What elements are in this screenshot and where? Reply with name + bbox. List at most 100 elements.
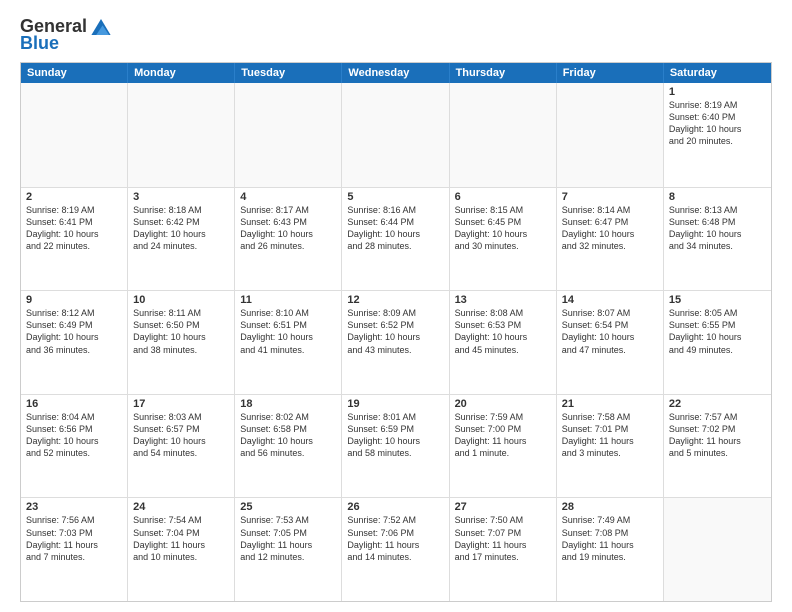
calendar-cell: 4Sunrise: 8:17 AMSunset: 6:43 PMDaylight… — [235, 188, 342, 291]
day-header-sunday: Sunday — [21, 63, 128, 83]
cell-line: Sunrise: 7:56 AM — [26, 514, 122, 526]
cell-line: Sunrise: 7:57 AM — [669, 411, 766, 423]
calendar-cell: 26Sunrise: 7:52 AMSunset: 7:06 PMDayligh… — [342, 498, 449, 601]
cell-line: Daylight: 11 hours — [26, 539, 122, 551]
cell-line: Daylight: 10 hours — [240, 331, 336, 343]
week-row-1: 2Sunrise: 8:19 AMSunset: 6:41 PMDaylight… — [21, 187, 771, 291]
cell-line: and 14 minutes. — [347, 551, 443, 563]
cell-line: Sunrise: 8:10 AM — [240, 307, 336, 319]
cell-line: Daylight: 10 hours — [133, 331, 229, 343]
cell-line: Daylight: 11 hours — [455, 539, 551, 551]
day-number: 23 — [26, 501, 122, 513]
cell-line: Daylight: 11 hours — [669, 435, 766, 447]
cell-line: and 58 minutes. — [347, 447, 443, 459]
calendar-cell: 19Sunrise: 8:01 AMSunset: 6:59 PMDayligh… — [342, 395, 449, 498]
cell-line: and 1 minute. — [455, 447, 551, 459]
cell-line: Sunset: 6:49 PM — [26, 319, 122, 331]
calendar-cell: 23Sunrise: 7:56 AMSunset: 7:03 PMDayligh… — [21, 498, 128, 601]
cell-line: and 41 minutes. — [240, 344, 336, 356]
cell-line: and 12 minutes. — [240, 551, 336, 563]
cell-line: and 5 minutes. — [669, 447, 766, 459]
cell-line: Daylight: 10 hours — [26, 331, 122, 343]
cell-line: Daylight: 11 hours — [347, 539, 443, 551]
calendar-cell: 5Sunrise: 8:16 AMSunset: 6:44 PMDaylight… — [342, 188, 449, 291]
calendar-cell: 25Sunrise: 7:53 AMSunset: 7:05 PMDayligh… — [235, 498, 342, 601]
calendar-cell — [342, 83, 449, 187]
cell-line: Sunrise: 7:50 AM — [455, 514, 551, 526]
week-row-4: 23Sunrise: 7:56 AMSunset: 7:03 PMDayligh… — [21, 497, 771, 601]
calendar-cell: 22Sunrise: 7:57 AMSunset: 7:02 PMDayligh… — [664, 395, 771, 498]
cell-line: Daylight: 11 hours — [562, 435, 658, 447]
cell-line: and 22 minutes. — [26, 240, 122, 252]
cell-line: Sunrise: 8:08 AM — [455, 307, 551, 319]
cell-line: Sunrise: 7:52 AM — [347, 514, 443, 526]
cell-line: Sunset: 6:43 PM — [240, 216, 336, 228]
cell-line: Daylight: 10 hours — [26, 228, 122, 240]
cell-line: and 52 minutes. — [26, 447, 122, 459]
day-number: 4 — [240, 191, 336, 203]
calendar-cell: 1Sunrise: 8:19 AMSunset: 6:40 PMDaylight… — [664, 83, 771, 187]
cell-line: Sunset: 6:48 PM — [669, 216, 766, 228]
week-row-0: 1Sunrise: 8:19 AMSunset: 6:40 PMDaylight… — [21, 83, 771, 187]
calendar-cell: 6Sunrise: 8:15 AMSunset: 6:45 PMDaylight… — [450, 188, 557, 291]
cell-line: Sunset: 7:02 PM — [669, 423, 766, 435]
cell-line: Sunrise: 8:15 AM — [455, 204, 551, 216]
cell-line: and 38 minutes. — [133, 344, 229, 356]
cell-line: and 54 minutes. — [133, 447, 229, 459]
day-number: 14 — [562, 294, 658, 306]
cell-line: and 56 minutes. — [240, 447, 336, 459]
cell-line: Sunset: 6:47 PM — [562, 216, 658, 228]
calendar-cell — [450, 83, 557, 187]
calendar-cell: 18Sunrise: 8:02 AMSunset: 6:58 PMDayligh… — [235, 395, 342, 498]
cell-line: Sunset: 6:56 PM — [26, 423, 122, 435]
cell-line: Sunset: 6:55 PM — [669, 319, 766, 331]
cell-line: Sunset: 6:53 PM — [455, 319, 551, 331]
cell-line: and 7 minutes. — [26, 551, 122, 563]
calendar-cell: 21Sunrise: 7:58 AMSunset: 7:01 PMDayligh… — [557, 395, 664, 498]
cell-line: Sunset: 6:51 PM — [240, 319, 336, 331]
calendar-cell: 9Sunrise: 8:12 AMSunset: 6:49 PMDaylight… — [21, 291, 128, 394]
cell-line: Daylight: 10 hours — [669, 228, 766, 240]
week-row-3: 16Sunrise: 8:04 AMSunset: 6:56 PMDayligh… — [21, 394, 771, 498]
cell-line: and 17 minutes. — [455, 551, 551, 563]
day-header-saturday: Saturday — [664, 63, 771, 83]
cell-line: Daylight: 10 hours — [669, 123, 766, 135]
logo-blue-text: Blue — [20, 33, 59, 54]
cell-line: Sunset: 7:05 PM — [240, 527, 336, 539]
cell-line: Sunset: 6:41 PM — [26, 216, 122, 228]
cell-line: Sunset: 7:08 PM — [562, 527, 658, 539]
calendar-cell — [664, 498, 771, 601]
cell-line: Sunrise: 8:19 AM — [26, 204, 122, 216]
day-header-monday: Monday — [128, 63, 235, 83]
calendar-cell: 11Sunrise: 8:10 AMSunset: 6:51 PMDayligh… — [235, 291, 342, 394]
header: General Blue — [20, 16, 772, 54]
day-number: 3 — [133, 191, 229, 203]
day-header-friday: Friday — [557, 63, 664, 83]
day-number: 11 — [240, 294, 336, 306]
cell-line: Sunset: 7:04 PM — [133, 527, 229, 539]
cell-line: Daylight: 10 hours — [455, 228, 551, 240]
calendar-cell: 14Sunrise: 8:07 AMSunset: 6:54 PMDayligh… — [557, 291, 664, 394]
cell-line: Sunrise: 8:02 AM — [240, 411, 336, 423]
cell-line: and 49 minutes. — [669, 344, 766, 356]
day-number: 6 — [455, 191, 551, 203]
cell-line: Sunrise: 8:12 AM — [26, 307, 122, 319]
cell-line: and 47 minutes. — [562, 344, 658, 356]
week-row-2: 9Sunrise: 8:12 AMSunset: 6:49 PMDaylight… — [21, 290, 771, 394]
calendar-body: 1Sunrise: 8:19 AMSunset: 6:40 PMDaylight… — [21, 83, 771, 601]
cell-line: Sunset: 7:01 PM — [562, 423, 658, 435]
day-number: 17 — [133, 398, 229, 410]
cell-line: Daylight: 10 hours — [455, 331, 551, 343]
cell-line: Sunset: 6:44 PM — [347, 216, 443, 228]
day-header-wednesday: Wednesday — [342, 63, 449, 83]
cell-line: Sunset: 6:57 PM — [133, 423, 229, 435]
cell-line: Daylight: 11 hours — [240, 539, 336, 551]
day-number: 15 — [669, 294, 766, 306]
cell-line: Sunrise: 8:09 AM — [347, 307, 443, 319]
calendar-cell: 7Sunrise: 8:14 AMSunset: 6:47 PMDaylight… — [557, 188, 664, 291]
day-number: 9 — [26, 294, 122, 306]
cell-line: Daylight: 10 hours — [562, 331, 658, 343]
day-number: 12 — [347, 294, 443, 306]
cell-line: and 28 minutes. — [347, 240, 443, 252]
cell-line: and 45 minutes. — [455, 344, 551, 356]
